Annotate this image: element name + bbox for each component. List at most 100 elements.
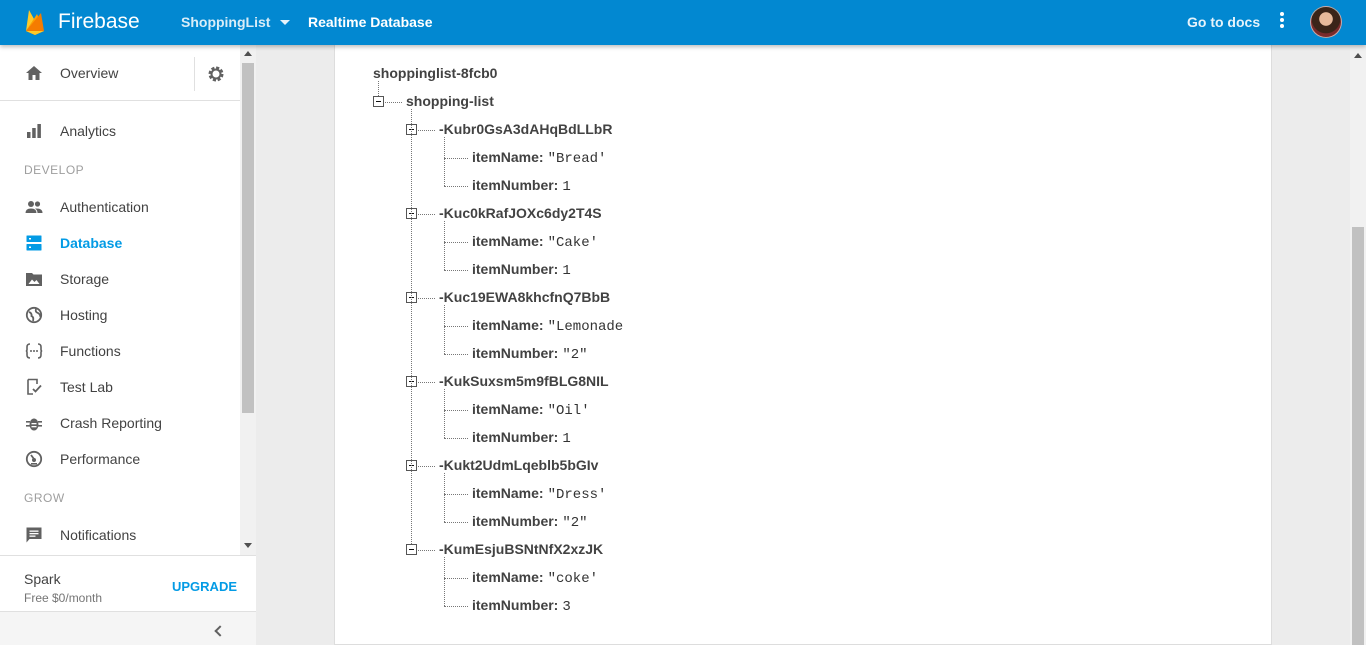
main-content: shoppinglist-8fcb0 shopping-list -Kubr0GsA… (256, 45, 1350, 645)
db-field-itemname[interactable]: itemName: "Cake' (472, 233, 598, 251)
sidebar-item-storage[interactable]: Storage (0, 261, 240, 297)
tree-connector (418, 130, 435, 131)
node-value: 1 (562, 431, 571, 447)
node-value: "Bread' (547, 151, 607, 167)
node-key: itemNumber: (472, 597, 559, 613)
sidebar-item-hosting[interactable]: Hosting (0, 297, 240, 333)
tree-connector (444, 578, 468, 579)
caret-down-icon (280, 19, 291, 25)
sidebar-item-label: Crash Reporting (60, 415, 162, 431)
scroll-up-arrow-icon[interactable] (1354, 53, 1362, 58)
db-field-itemname[interactable]: itemName: "Oil' (472, 401, 590, 419)
sidebar-item-functions[interactable]: Functions (0, 333, 240, 369)
sidebar-item-notifications[interactable]: Notifications (0, 517, 240, 553)
scroll-thumb[interactable] (242, 63, 254, 413)
node-key: itemName: (472, 485, 544, 501)
node-key: shoppinglist-8fcb0 (373, 65, 498, 81)
db-field-itemnumber[interactable]: itemNumber: "2" (472, 345, 588, 363)
db-item-node[interactable]: -Kukt2UdmLqeblb5bGIv (439, 457, 598, 473)
db-field-itemnumber[interactable]: itemNumber: "2" (472, 513, 588, 531)
sidebar-item-analytics[interactable]: Analytics (0, 113, 240, 149)
db-root-node[interactable]: shoppinglist-8fcb0 (373, 65, 497, 81)
scroll-down-arrow-icon[interactable] (244, 543, 252, 548)
upgrade-button[interactable]: UPGRADE (172, 579, 237, 594)
go-to-docs-link[interactable]: Go to docs (1187, 14, 1260, 30)
sidebar-item-authentication[interactable]: Authentication (0, 189, 240, 225)
sidebar-item-label: Analytics (60, 123, 117, 139)
page-scrollbar[interactable] (1350, 45, 1366, 645)
tree-connector (444, 221, 445, 270)
sidebar-item-database[interactable]: Database (0, 225, 240, 261)
tree-connector (444, 270, 468, 271)
node-key: itemName: (472, 149, 544, 165)
tree-connector (444, 354, 468, 355)
node-value: "Lemonade (547, 319, 624, 335)
node-key: itemName: (472, 401, 544, 417)
brand-title[interactable]: Firebase (58, 10, 140, 34)
db-item-node[interactable]: -Kubr0GsA3dAHqBdLLbR (439, 121, 612, 137)
checklist-icon (27, 378, 42, 395)
db-item-node[interactable]: -Kuc19EWA8khcfnQ7BbB (439, 289, 610, 305)
db-item-node[interactable]: -Kuc0kRafJOXc6dy2T4S (439, 205, 602, 221)
sidebar: Overview Analytics DEVELOP Authenticatio… (0, 45, 256, 645)
tree-connector (444, 186, 468, 187)
sidebar-scrollbar[interactable] (240, 45, 256, 555)
sidebar-item-performance[interactable]: Performance (0, 441, 240, 477)
db-field-itemname[interactable]: itemName: "Lemonade (472, 317, 623, 335)
sidebar-item-test-lab[interactable]: Test Lab (0, 369, 240, 405)
db-item-node[interactable]: -KumEsjuBSNtNfX2xzJK (439, 541, 603, 557)
tree-connector (444, 158, 468, 159)
overview-row: Overview (0, 45, 240, 101)
db-field-itemnumber[interactable]: itemNumber: 3 (472, 597, 571, 615)
section-heading-grow: GROW (24, 491, 65, 505)
page-title: Realtime Database (308, 14, 433, 30)
sidebar-item-label: Hosting (60, 307, 108, 323)
sidebar-nav: Overview Analytics DEVELOP Authenticatio… (0, 45, 240, 555)
sidebar-item-crash-reporting[interactable]: Crash Reporting (0, 405, 240, 441)
more-vert-icon[interactable] (1272, 12, 1292, 32)
node-value: "2" (562, 347, 588, 363)
node-key: -KumEsjuBSNtNfX2xzJK (439, 541, 604, 557)
sidebar-item-overview[interactable]: Overview (0, 55, 190, 91)
database-viewer-card: shoppinglist-8fcb0 shopping-list -Kubr0GsA… (334, 45, 1272, 645)
db-item-node[interactable]: -KukSuxsm5m9fBLG8NIL (439, 373, 609, 389)
avatar[interactable] (1310, 6, 1342, 38)
message-icon (26, 527, 42, 543)
tree-connector (418, 382, 435, 383)
sidebar-item-label: Test Lab (60, 379, 113, 395)
db-field-itemnumber[interactable]: itemNumber: 1 (472, 429, 571, 447)
sidebar-item-label: Overview (60, 65, 119, 81)
speedometer-icon (25, 450, 43, 468)
scroll-thumb[interactable] (1352, 227, 1364, 645)
db-field-itemname[interactable]: itemName: "Bread' (472, 149, 606, 167)
db-list-node[interactable]: shopping-list (406, 93, 494, 109)
tree-connector (444, 557, 445, 606)
node-key: -Kubr0GsA3dAHqBdLLbR (439, 121, 613, 137)
project-name: ShoppingList (181, 14, 271, 30)
collapse-toggle-icon[interactable] (406, 544, 417, 555)
plan-name: Spark (24, 571, 61, 587)
tree-connector (444, 389, 445, 438)
firebase-logo-icon[interactable] (24, 8, 46, 36)
node-value: "Oil' (547, 403, 590, 419)
project-selector[interactable]: ShoppingList (181, 14, 291, 30)
node-key: itemNumber: (472, 513, 559, 529)
tree-connector (444, 326, 468, 327)
tree-connector (444, 242, 468, 243)
node-value: 1 (562, 179, 571, 195)
node-value: "Dress' (547, 487, 607, 503)
node-value: 3 (562, 599, 571, 615)
tree-connector (444, 410, 468, 411)
collapse-toggle-icon[interactable] (373, 96, 384, 107)
node-value: 1 (562, 263, 571, 279)
globe-icon (25, 306, 43, 324)
collapse-sidebar-bar[interactable] (0, 611, 256, 645)
db-field-itemnumber[interactable]: itemNumber: 1 (472, 261, 571, 279)
db-field-itemname[interactable]: itemName: "coke' (472, 569, 598, 587)
db-field-itemname[interactable]: itemName: "Dress' (472, 485, 606, 503)
db-field-itemnumber[interactable]: itemNumber: 1 (472, 177, 571, 195)
scroll-up-arrow-icon[interactable] (244, 51, 252, 56)
chevron-left-icon[interactable] (214, 625, 226, 637)
tree-connector (444, 473, 445, 522)
gear-icon[interactable] (207, 65, 225, 83)
